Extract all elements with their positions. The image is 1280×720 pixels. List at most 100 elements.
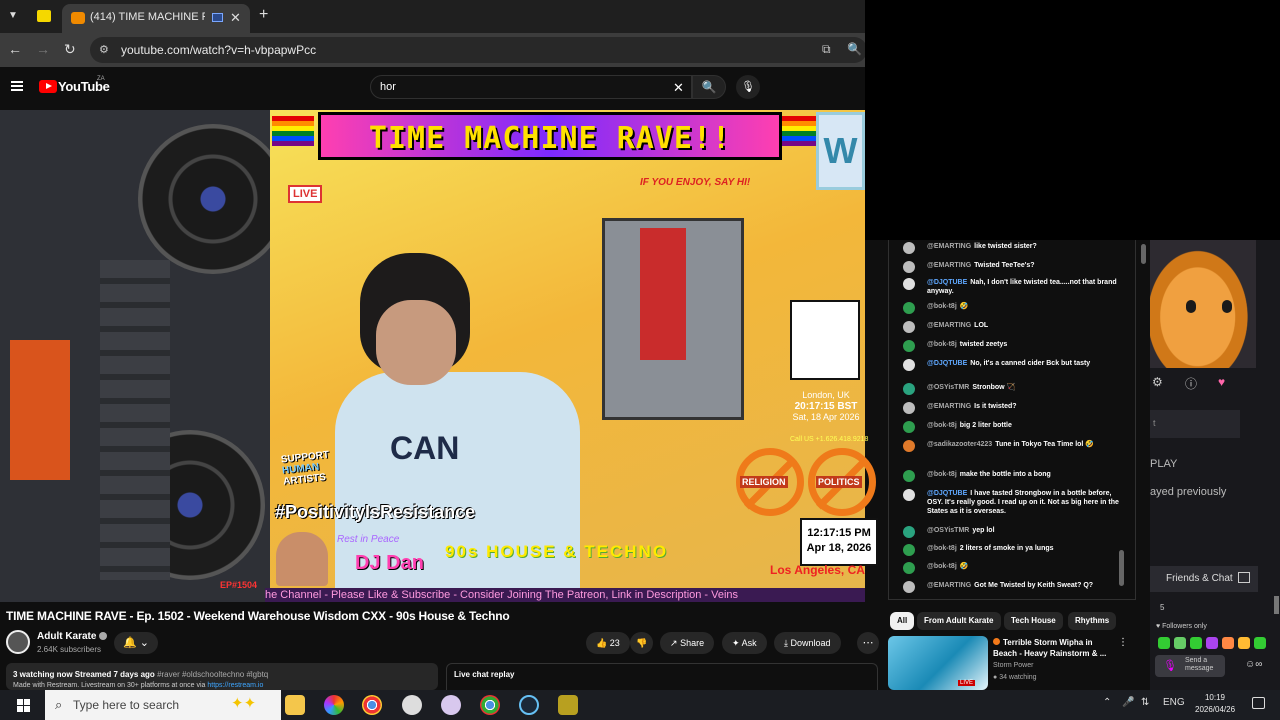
chat-avatar[interactable] xyxy=(903,421,915,433)
download-button[interactable]: ⤓ Download xyxy=(774,632,841,654)
chat-avatar[interactable] xyxy=(903,359,915,371)
chat-avatar[interactable] xyxy=(903,581,915,593)
game-app-icon[interactable] xyxy=(558,695,578,715)
back-arrow-icon[interactable]: ← xyxy=(8,41,22,57)
emote-icon[interactable] xyxy=(1254,637,1266,649)
restream-link[interactable]: https://restream.io xyxy=(207,682,263,689)
chat-author[interactable]: @bok-t8j xyxy=(927,545,957,552)
emote-icon[interactable] xyxy=(1238,637,1250,649)
taskbar-search-placeholder[interactable]: Type here to search xyxy=(73,698,179,712)
tab-youtube[interactable]: (414) TIME MACHINE RAVE ✕ xyxy=(62,4,250,33)
windows-start-icon[interactable] xyxy=(17,699,30,712)
chat-avatar[interactable] xyxy=(903,321,915,333)
network-icon[interactable]: ⇅ xyxy=(1141,697,1149,708)
search-input[interactable]: hor ✕ xyxy=(370,75,692,99)
emote-icon[interactable] xyxy=(1190,637,1202,649)
chat-author[interactable]: @EMARTING xyxy=(927,322,971,329)
steam-icon[interactable] xyxy=(519,695,539,715)
url-text[interactable]: youtube.com/watch?v=h-vbpapwPcc xyxy=(121,43,316,57)
chip-rhythms[interactable]: Rhythms xyxy=(1068,612,1117,630)
language-indicator[interactable]: ENG xyxy=(1163,697,1185,708)
chat-avatar[interactable] xyxy=(903,489,915,501)
gear-icon[interactable]: ⚙ xyxy=(1152,375,1163,389)
chat-author[interactable]: @DJQTUBE xyxy=(927,360,967,367)
chat-avatar[interactable] xyxy=(903,278,915,290)
chat-avatar[interactable] xyxy=(903,402,915,414)
reload-icon[interactable]: ↻ xyxy=(64,41,76,58)
chat-avatar[interactable] xyxy=(903,340,915,352)
tray-chevron-icon[interactable]: ⌃ xyxy=(1103,697,1111,708)
hashtags[interactable]: #raver #oldschooltechno #lgbtq xyxy=(157,670,268,679)
install-app-icon[interactable]: ⧉ xyxy=(822,42,831,57)
side-app-card[interactable]: t xyxy=(1150,410,1240,438)
chat-author[interactable]: @bok-t8j xyxy=(927,471,957,478)
like-button[interactable]: 👍 23 xyxy=(586,632,630,654)
chat-scrollbar-top[interactable] xyxy=(1141,244,1146,264)
zoom-icon[interactable]: 🔍 xyxy=(847,42,862,56)
chat-author[interactable]: @DJQTUBE xyxy=(927,490,967,497)
channel-avatar[interactable] xyxy=(6,630,30,654)
chat-author[interactable]: @EMARTING xyxy=(927,262,971,269)
info-icon[interactable]: ⓘ xyxy=(1185,375,1197,392)
microphone-icon[interactable]: 🎙 xyxy=(1163,659,1177,672)
emote-icon[interactable] xyxy=(1206,637,1218,649)
tab-close-icon[interactable]: ✕ xyxy=(230,10,241,26)
chat-avatar[interactable] xyxy=(903,242,915,254)
chat-avatar[interactable] xyxy=(903,302,915,314)
suggested-more-icon[interactable]: ⋮ xyxy=(1118,637,1128,648)
chat-author[interactable]: @OSYisTMR xyxy=(927,384,969,391)
play-label[interactable]: PLAY xyxy=(1150,458,1177,470)
more-actions-button[interactable]: ⋯ xyxy=(857,632,879,654)
chat-scrollbar-thumb[interactable] xyxy=(1119,550,1124,586)
address-bar[interactable]: ⚙ youtube.com/watch?v=h-vbpapwPcc ⧉ 🔍 xyxy=(90,37,865,63)
site-info-icon[interactable]: ⚙ xyxy=(99,43,112,56)
taskbar-search[interactable]: ⌕ Type here to search ✦✦ xyxy=(45,690,281,720)
emote-icon[interactable] xyxy=(1222,637,1234,649)
notifications-icon[interactable] xyxy=(1252,697,1265,709)
channel-name-row[interactable]: Adult Karate xyxy=(37,631,108,642)
ask-button[interactable]: ✦ Ask xyxy=(722,632,767,654)
chat-avatar[interactable] xyxy=(903,470,915,482)
window-scrollbar[interactable] xyxy=(1274,596,1279,614)
suggested-title-text[interactable]: Terrible Storm Wipha in Beach - Heavy Ra… xyxy=(993,638,1106,658)
obs-icon[interactable] xyxy=(402,695,422,715)
youtube-logo-icon[interactable] xyxy=(39,80,57,93)
search-button[interactable]: 🔍 xyxy=(692,75,726,99)
notification-bell-button[interactable]: 🔔 ⌄ xyxy=(114,632,158,654)
live-chat-panel[interactable]: @EMARTING like twisted sister? @EMARTING Tw… xyxy=(888,240,1136,600)
taskbar-clock[interactable]: 10:19 2026/04/26 xyxy=(1195,692,1235,716)
photos-app-icon[interactable] xyxy=(324,695,344,715)
friends-list-icon[interactable] xyxy=(1238,572,1250,583)
emote-picker-icon[interactable]: ☺∞ xyxy=(1245,659,1262,670)
chat-avatar[interactable] xyxy=(903,544,915,556)
live-chat-replay-header[interactable]: Live chat replay xyxy=(446,663,878,690)
emote-icon[interactable] xyxy=(1158,637,1170,649)
chat-avatar[interactable] xyxy=(903,440,915,452)
file-explorer-icon[interactable] xyxy=(285,695,305,715)
chrome-icon[interactable] xyxy=(362,695,382,715)
chat-avatar[interactable] xyxy=(903,562,915,574)
chat-avatar[interactable] xyxy=(903,383,915,395)
chat-author[interactable]: @bok-t8j xyxy=(927,303,957,310)
forward-arrow-icon[interactable]: → xyxy=(36,41,50,57)
chat-author[interactable]: @bok-t8j xyxy=(927,422,957,429)
menu-hamburger-icon[interactable] xyxy=(11,81,23,91)
voice-search-button[interactable]: 🎙 xyxy=(736,75,760,99)
chat-author[interactable]: @bok-t8j xyxy=(927,563,957,570)
channel-name[interactable]: Adult Karate xyxy=(37,631,96,642)
search-value[interactable]: hor xyxy=(380,81,396,93)
description-box[interactable]: 3 watching now Streamed 7 days ago #rave… xyxy=(6,663,438,690)
new-tab-button[interactable]: + xyxy=(259,6,268,24)
suggested-channel[interactable]: Storm Power xyxy=(993,662,1033,669)
folder-icon[interactable] xyxy=(37,10,51,22)
chip-tech-house[interactable]: Tech House xyxy=(1004,612,1063,630)
app-icon[interactable] xyxy=(441,695,461,715)
chip-from-adult-karate[interactable]: From Adult Karate xyxy=(917,612,1001,630)
chat-author[interactable]: @sadikazooter4223 xyxy=(927,441,992,448)
chat-avatar[interactable] xyxy=(903,526,915,538)
chat-author[interactable]: @bok-t8j xyxy=(927,341,957,348)
chat-author[interactable]: @EMARTING xyxy=(927,243,971,250)
heart-icon[interactable]: ♥ xyxy=(1218,375,1225,389)
tab-search-chevron-icon[interactable]: ▼ xyxy=(5,8,21,24)
chat-author[interactable]: @EMARTING xyxy=(927,403,971,410)
